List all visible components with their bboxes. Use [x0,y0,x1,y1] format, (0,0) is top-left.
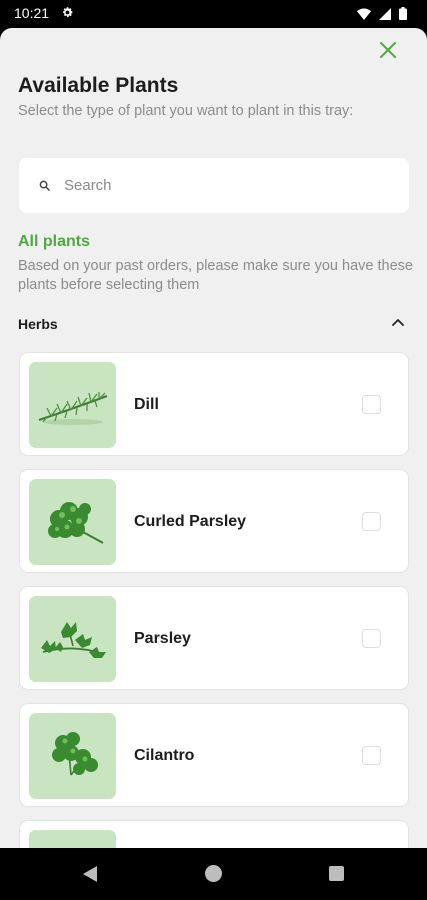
signal-icon [379,7,391,20]
page-title: Available Plants [18,74,179,97]
status-time: 10:21 [14,5,50,21]
select-checkbox-cilantro[interactable] [362,746,381,765]
plant-card-cilantro[interactable]: Cilantro [19,703,409,807]
chevron-up-icon[interactable] [392,318,404,326]
plant-name: Cilantro [134,747,195,764]
back-icon[interactable] [82,865,98,883]
system-nav-bar [0,848,427,900]
plant-name: Dill [134,396,159,413]
parsley-image [29,596,116,682]
available-plants-sheet: Available Plants Select the type of plan… [0,28,427,848]
close-icon[interactable] [376,38,400,62]
home-icon[interactable] [205,865,222,882]
plant-card-parsley[interactable]: Parsley [19,586,409,690]
status-icons [357,7,407,20]
section-header-herbs[interactable]: Herbs [18,314,410,334]
search-field[interactable] [19,158,409,213]
page-subtitle: Select the type of plant you want to pla… [18,103,354,119]
dill-image [29,362,116,448]
all-plants-label[interactable]: All plants [18,233,90,251]
select-checkbox-dill[interactable] [362,395,381,414]
section-title: Herbs [18,316,58,332]
select-checkbox-parsley[interactable] [362,629,381,648]
cilantro-image [29,713,116,799]
select-checkbox-curled-parsley[interactable] [362,512,381,531]
curled-parsley-image [29,479,116,565]
search-icon [39,180,50,191]
plant-name: Parsley [134,630,191,647]
past-orders-note: Based on your past orders, please make s… [18,258,413,293]
gear-icon [63,7,73,17]
plant-card-partial[interactable] [19,820,409,848]
wifi-icon [357,8,371,20]
battery-icon [399,7,407,20]
plant-image [29,830,116,848]
plant-card-curled-parsley[interactable]: Curled Parsley [19,469,409,573]
status-bar: 10:21 [0,0,427,28]
search-input[interactable] [62,176,366,195]
plant-card-dill[interactable]: Dill [19,352,409,456]
recents-icon[interactable] [329,866,344,881]
plant-name: Curled Parsley [134,513,247,530]
